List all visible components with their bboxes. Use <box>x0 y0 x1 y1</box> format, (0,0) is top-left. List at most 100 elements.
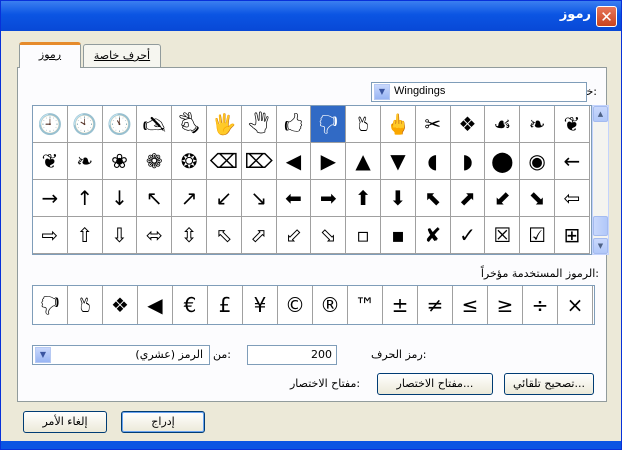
symbol-cell[interactable]: ⬃ <box>276 217 312 254</box>
symbol-cell[interactable]: ☒ <box>485 217 521 254</box>
symbol-cell[interactable]: ⇦ <box>555 180 590 217</box>
char-code-input[interactable]: 200 <box>247 345 337 365</box>
symbol-cell[interactable]: ❦ <box>33 143 68 180</box>
symbol-cell[interactable]: ↓ <box>102 180 138 217</box>
symbol-cell[interactable]: ✘ <box>415 217 451 254</box>
symbol-cell[interactable]: ⬋ <box>485 180 521 217</box>
symbol-cell[interactable]: ⬁ <box>207 217 242 254</box>
symbol-cell[interactable]: ▼ <box>381 143 416 180</box>
symbol-cell[interactable]: ↑ <box>67 180 103 217</box>
symbol-cell[interactable]: ◗ <box>450 143 486 180</box>
tab-symbols[interactable]: رموز <box>19 42 81 68</box>
symbol-cell[interactable]: ⬤ <box>485 143 521 180</box>
tab-special-characters[interactable]: أحرف خاصة <box>83 44 161 68</box>
symbol-cell[interactable]: 🕚 <box>102 106 138 143</box>
recent-symbol[interactable]: ± <box>383 286 418 324</box>
shortcut-key-button[interactable]: مفتاح الاختصار... <box>377 373 493 395</box>
symbol-cell[interactable]: ❦ <box>555 106 590 143</box>
symbol-cell[interactable]: ❧ <box>67 143 103 180</box>
symbol-cell[interactable]: ❖ <box>450 106 486 143</box>
scroll-thumb[interactable] <box>593 216 608 236</box>
recent-symbol[interactable]: € <box>173 286 208 324</box>
insert-button[interactable]: إدراج <box>121 411 205 433</box>
symbol-cell[interactable]: ◉ <box>520 143 555 180</box>
symbol-grid-scrollbar[interactable]: ▲ ▼ <box>592 105 609 255</box>
recent-symbol[interactable]: ™ <box>348 286 383 324</box>
symbol-cell[interactable]: ⬆ <box>346 180 381 217</box>
symbol-cell[interactable]: ⬇ <box>381 180 416 217</box>
recent-symbol[interactable]: ¥ <box>243 286 278 324</box>
symbol-cell[interactable]: 🕘 <box>33 106 68 143</box>
symbol-cell[interactable]: ❀ <box>102 143 138 180</box>
symbol-cell[interactable]: ⌦ <box>241 143 277 180</box>
symbol-cell[interactable]: ⌫ <box>207 143 242 180</box>
symbol-cell[interactable]: 🕙 <box>67 106 103 143</box>
scroll-up-icon[interactable]: ▲ <box>593 106 608 122</box>
cancel-button[interactable]: إلغاء الأمر <box>23 411 107 433</box>
symbol-cell[interactable]: ⬅ <box>276 180 312 217</box>
symbol-cell[interactable]: 🖎 <box>137 106 173 143</box>
symbol-cell[interactable]: 🖕 <box>381 106 416 143</box>
symbol-cell[interactable]: ⬈ <box>450 180 486 217</box>
symbol-cell[interactable]: ☙ <box>485 106 521 143</box>
chevron-down-icon[interactable]: ▼ <box>35 347 51 363</box>
recent-symbol[interactable]: ◀ <box>138 286 173 324</box>
symbol-cell[interactable]: ↖ <box>137 180 173 217</box>
symbol-cell[interactable]: ▶ <box>311 143 347 180</box>
symbol-cell[interactable]: ↙ <box>207 180 242 217</box>
symbol-cell[interactable]: ✓ <box>450 217 486 254</box>
symbol-cell[interactable]: ◀ <box>276 143 312 180</box>
symbol-cell[interactable]: ⬀ <box>241 217 277 254</box>
recent-symbol[interactable]: © <box>278 286 313 324</box>
from-select-value: الرمز (عشري) <box>135 348 203 361</box>
recent-symbol[interactable]: ≥ <box>488 286 523 324</box>
recent-symbol[interactable]: ≤ <box>453 286 488 324</box>
symbol-cell[interactable]: ◖ <box>415 143 451 180</box>
symbol-cell[interactable]: ⬂ <box>311 217 347 254</box>
symbol-cell[interactable]: ⇩ <box>102 217 138 254</box>
autocorrect-button[interactable]: تصحيح تلقائي... <box>504 373 594 395</box>
symbol-cell[interactable]: ▫ <box>346 217 381 254</box>
symbol-cell[interactable]: ↘ <box>241 180 277 217</box>
symbol-cell[interactable]: ▪ <box>381 217 416 254</box>
symbol-cell[interactable]: ⇨ <box>33 217 68 254</box>
symbol-cell[interactable]: ❁ <box>137 143 173 180</box>
recent-symbol[interactable]: £ <box>208 286 243 324</box>
symbol-cell[interactable]: ↗ <box>172 180 207 217</box>
symbol-cell[interactable]: ▲ <box>346 143 381 180</box>
font-select[interactable]: ▼ Wingdings <box>371 82 587 102</box>
from-select[interactable]: ▼ الرمز (عشري) <box>32 345 210 365</box>
symbol-cell[interactable]: 🖏 <box>172 106 207 143</box>
recent-symbol[interactable]: ❖ <box>103 286 138 324</box>
chevron-down-icon[interactable]: ▼ <box>374 84 390 100</box>
symbol-cell[interactable]: 🖔 <box>346 106 381 143</box>
recent-symbol[interactable]: × <box>558 286 593 324</box>
symbol-cell[interactable]: ✂ <box>415 106 451 143</box>
symbol-cell[interactable]: ⬄ <box>137 217 173 254</box>
symbol-cell[interactable]: ⇧ <box>67 217 103 254</box>
symbol-cell[interactable]: ⊞ <box>555 217 590 254</box>
recent-symbol[interactable]: 🖓 <box>33 286 68 324</box>
symbol-cell[interactable]: 🖑 <box>241 106 277 143</box>
symbol-cell[interactable]: 🖒 <box>276 106 312 143</box>
symbol-cell[interactable]: 🖐 <box>207 106 242 143</box>
symbol-cell[interactable]: ➡ <box>311 180 347 217</box>
recent-symbol[interactable]: 🖔 <box>68 286 103 324</box>
symbol-cell[interactable]: ❧ <box>520 106 555 143</box>
title-bar: ✕ رموز <box>1 1 621 31</box>
tab-special-characters-label: أحرف خاصة <box>93 49 151 62</box>
recent-symbol[interactable]: ÷ <box>523 286 558 324</box>
recent-symbol[interactable]: ≠ <box>418 286 453 324</box>
symbol-cell[interactable]: → <box>33 180 68 217</box>
scroll-down-icon[interactable]: ▼ <box>593 238 608 254</box>
symbol-cell[interactable]: ⬉ <box>415 180 451 217</box>
symbol-cell[interactable]: ❂ <box>172 143 207 180</box>
symbol-cell[interactable]: ← <box>555 143 590 180</box>
symbol-cell[interactable]: ⬊ <box>520 180 555 217</box>
symbol-cell[interactable]: ⇳ <box>172 217 207 254</box>
symbol-cell[interactable]: 🖓 <box>311 106 347 143</box>
recent-symbol[interactable]: ® <box>313 286 348 324</box>
window-border-bottom <box>1 441 621 449</box>
symbol-cell[interactable]: ☑ <box>520 217 555 254</box>
close-button[interactable]: ✕ <box>596 6 617 27</box>
